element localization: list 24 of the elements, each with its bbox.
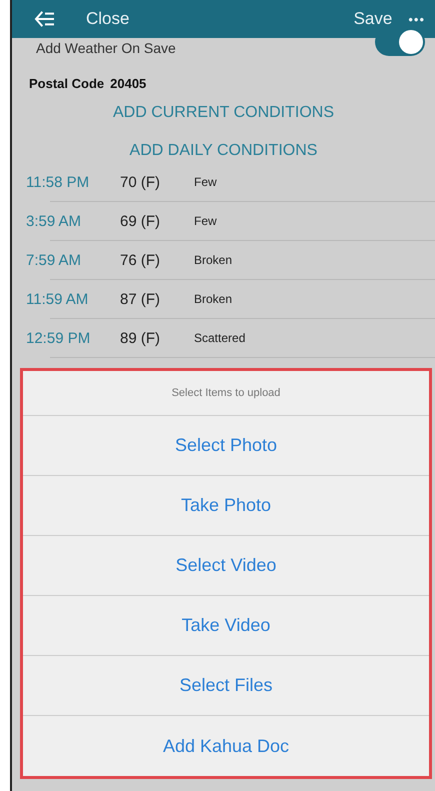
add-conditions-link[interactable]: ADD CURRENT CONDITIONS [112,101,334,125]
condition-temperature: 76 (F) [120,252,162,268]
save-button[interactable]: Save [354,9,392,29]
condition-time: 12:59 PM [26,330,92,346]
condition-temperature: 89 (F) [120,330,162,346]
condition-sky: Few [194,214,217,228]
postal-code-label: Postal Code [29,76,104,91]
condition-temperature: 69 (F) [120,212,162,230]
condition-temperature: 87 (F) [120,290,162,308]
condition-sky: Scattered [194,331,246,345]
more-button[interactable]: ••• [408,12,425,26]
add-conditions-link[interactable]: ADD DAILY CONDITIONS [130,139,318,163]
condition-sky: Few [194,175,217,189]
condition-time: 3:59 AM [26,212,82,230]
condition-time: 7:59 AM [26,252,82,268]
condition-time: 11:59 AM [26,290,90,308]
close-button[interactable]: Close [86,9,130,29]
weather-toggle-label: Add Weather On Save [36,40,176,56]
condition-temperature: 70 (F) [120,174,162,190]
condition-time: 11:58 PM [26,174,90,190]
postal-code-value: 20405 [110,76,146,91]
condition-sky: Broken [194,253,232,267]
condition-sky: Broken [194,292,232,306]
back-menu-icon[interactable] [34,10,56,28]
